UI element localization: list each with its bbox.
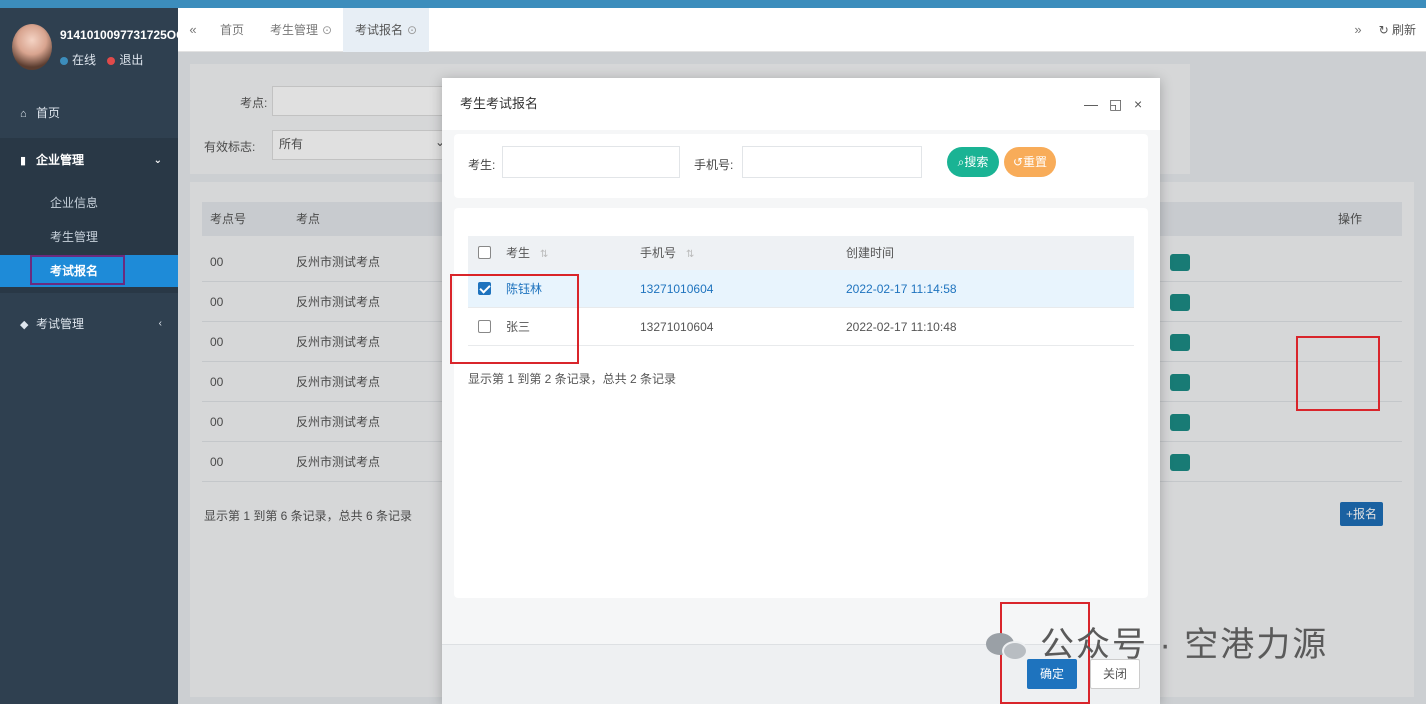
- sidebar-item-exam-management[interactable]: ◆ 考试管理 ‹: [0, 304, 178, 344]
- candidate-label: 考生:: [468, 158, 496, 172]
- reset-button[interactable]: ↺重置: [1004, 147, 1056, 177]
- candidate-created: 2022-02-17 11:14:58: [846, 282, 957, 296]
- top-accent-strip: [0, 0, 1426, 8]
- tab-close-icon[interactable]: ⊙: [322, 23, 332, 37]
- sidebar-group-enterprise[interactable]: ▮ 企业管理 ⌄: [0, 138, 178, 183]
- tab-exam-signup[interactable]: 考试报名 ⊙: [343, 8, 430, 52]
- refresh-button[interactable]: ↻ 刷新: [1379, 8, 1416, 52]
- tab-label: 考生管理: [270, 23, 319, 37]
- modal-search-panel: 考生: 手机号: ⌕搜索 ↺重置: [454, 134, 1148, 198]
- chevron-left-icon: ‹: [158, 318, 162, 329]
- tab-scroll-left-icon[interactable]: «: [178, 8, 208, 52]
- tab-label: 首页: [220, 23, 245, 37]
- tab-close-icon[interactable]: ⊙: [407, 23, 417, 37]
- candidate-table-panel: 考生 ⇅ 手机号 ⇅ 创建时间 陈钰林 13271010604 2022-02-17…: [454, 208, 1148, 598]
- annotation-box-selection: [450, 274, 579, 364]
- sidebar-item-candidate-management[interactable]: 考生管理: [0, 221, 178, 253]
- search-button[interactable]: ⌕搜索: [947, 147, 999, 177]
- refresh-label: 刷新: [1391, 23, 1416, 37]
- tab-bar: « 首页 考生管理 ⊙ 考试报名 ⊙ » ↻ 刷新: [178, 8, 1426, 52]
- candidate-phone: 13271010604: [640, 282, 714, 296]
- sidebar-item-home[interactable]: ⌂ 首页: [0, 93, 178, 133]
- refresh-icon: ↻: [1378, 23, 1389, 37]
- close-icon[interactable]: ×: [1134, 78, 1142, 130]
- watermark-text: 公众号 · 空港力源: [1040, 626, 1329, 664]
- modal-title: 考生考试报名: [460, 96, 539, 111]
- online-dot-icon: [60, 56, 68, 65]
- sort-icon: ⇅: [686, 249, 695, 260]
- graduation-cap-icon: ◆: [20, 319, 29, 331]
- column-header-candidate[interactable]: 考生 ⇅: [506, 236, 548, 270]
- tab-label: 考试报名: [355, 23, 404, 37]
- column-header-label: 手机号: [640, 246, 677, 260]
- tab-candidate-management[interactable]: 考生管理 ⊙: [258, 8, 344, 52]
- logout-link[interactable]: 退出: [119, 53, 143, 67]
- select-all-checkbox[interactable]: [478, 246, 491, 259]
- user-panel: 9141010097731725OC 在线 退出: [10, 22, 185, 82]
- phone-input[interactable]: [742, 146, 922, 178]
- candidate-phone: 13271010604: [640, 320, 714, 334]
- tab-scroll-right-icon[interactable]: »: [1343, 8, 1373, 52]
- sidebar-item-label: 考试管理: [36, 317, 85, 331]
- candidate-input[interactable]: [502, 146, 680, 178]
- candidate-created: 2022-02-17 11:10:48: [846, 320, 957, 334]
- annotation-box-enroll: [1296, 336, 1380, 411]
- user-id: 9141010097731725OC: [60, 28, 185, 42]
- avatar[interactable]: [12, 24, 52, 70]
- search-button-label: 搜索: [964, 155, 989, 169]
- sidebar-item-label: 首页: [36, 106, 61, 120]
- sort-icon: ⇅: [540, 249, 549, 260]
- reset-icon: ↺: [1012, 155, 1024, 169]
- pagination-info: 显示第 1 到第 2 条记录，总共 2 条记录: [468, 372, 677, 386]
- candidate-table-header: 考生 ⇅ 手机号 ⇅ 创建时间: [468, 236, 1134, 270]
- tab-home[interactable]: 首页: [208, 8, 256, 52]
- logout-icon[interactable]: [107, 56, 116, 65]
- reset-button-label: 重置: [1023, 155, 1048, 169]
- phone-label: 手机号:: [694, 158, 734, 172]
- building-icon: ▮: [20, 155, 27, 167]
- chevron-down-icon: ⌄: [153, 155, 162, 166]
- column-header-created[interactable]: 创建时间: [846, 236, 894, 270]
- sidebar: 9141010097731725OC 在线 退出 ⌂ 首页 ▮ 企业管理 ⌄ 企业信…: [0, 8, 185, 704]
- watermark: 公众号 · 空港力源: [986, 620, 1328, 670]
- column-header-label: 考生: [506, 246, 531, 260]
- minimize-icon[interactable]: —: [1084, 78, 1098, 130]
- home-icon: ⌂: [20, 108, 27, 120]
- annotation-box-menu: [30, 255, 125, 285]
- column-header-phone[interactable]: 手机号 ⇅: [640, 236, 694, 270]
- wechat-icon: [986, 629, 1030, 665]
- sidebar-group-label: 企业管理: [36, 153, 85, 167]
- maximize-icon[interactable]: ◱: [1109, 78, 1122, 130]
- modal-header: 考生考试报名 — ◱ ×: [442, 78, 1160, 130]
- user-status: 在线 退出: [60, 51, 143, 68]
- online-label: 在线: [72, 53, 97, 67]
- sidebar-item-enterprise-info[interactable]: 企业信息: [0, 187, 178, 219]
